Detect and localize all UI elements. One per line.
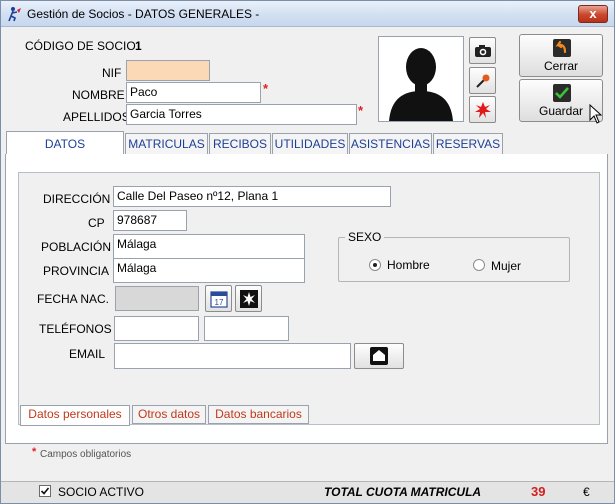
subtab-otros-datos[interactable]: Otros datos	[132, 405, 206, 424]
apellidos-field[interactable]: Garcia Torres	[126, 104, 357, 125]
window-title: Gestión de Socios - DATOS GENERALES -	[27, 7, 260, 21]
send-email-button[interactable]	[354, 343, 404, 369]
camera-button[interactable]	[469, 37, 496, 64]
telefono-1-field[interactable]	[114, 316, 199, 341]
person-silhouette-icon	[389, 48, 453, 121]
poblacion-field[interactable]: Málaga	[113, 234, 305, 259]
tab-datos-generales[interactable]: DATOS GENERALES	[6, 131, 124, 175]
cp-label: CP	[88, 216, 105, 230]
total-cuota-value: 39	[531, 484, 546, 499]
checkmark-icon	[553, 84, 571, 102]
direccion-label: DIRECCIÓN	[43, 192, 111, 206]
camera-icon	[475, 45, 491, 57]
direccion-field[interactable]: Calle Del Paseo nº12, Plana 1	[113, 186, 391, 207]
load-photo-button[interactable]	[469, 67, 496, 94]
calendar-icon: 17	[210, 291, 228, 308]
delete-photo-button[interactable]	[469, 96, 496, 123]
title-bar: Gestión de Socios - DATOS GENERALES - x	[1, 1, 614, 27]
codigo-socio-label: CÓDIGO DE SOCIO	[25, 39, 136, 53]
telefono-2-field[interactable]	[204, 316, 289, 341]
currency-symbol: €	[583, 485, 590, 499]
total-cuota-label: TOTAL CUOTA MATRICULA	[324, 485, 482, 499]
fecha-nac-field[interactable]	[115, 286, 199, 311]
nombre-field[interactable]: Paco	[126, 82, 261, 103]
calendar-button[interactable]: 17	[205, 285, 232, 312]
apellidos-required-mark: *	[358, 103, 364, 118]
sexo-mujer-radio[interactable]	[473, 259, 485, 271]
required-fields-note: Campos obligatorios	[40, 449, 132, 460]
socio-activo-checkbox[interactable]	[39, 485, 51, 497]
tab-recibos[interactable]: RECIBOS	[209, 133, 271, 154]
tab-reservas[interactable]: RESERVAS	[433, 133, 503, 154]
apellidos-label: APELLIDOS	[63, 110, 130, 124]
cp-field[interactable]: 978687	[113, 210, 187, 231]
cerrar-button[interactable]: Cerrar	[519, 34, 603, 77]
mouse-cursor-icon	[589, 104, 603, 124]
sexo-label: SEXO	[345, 230, 385, 244]
provincia-label: PROVINCIA	[43, 264, 110, 278]
burst-icon	[475, 102, 491, 118]
sexo-hombre-label: Hombre	[387, 258, 430, 272]
tab-matriculas[interactable]: MATRICULAS	[125, 133, 208, 154]
socio-activo-label: SOCIO ACTIVO	[58, 485, 145, 499]
envelope-icon	[370, 347, 388, 365]
poblacion-label: POBLACIÓN	[41, 240, 112, 254]
nif-field[interactable]	[126, 60, 210, 81]
cerrar-label: Cerrar	[543, 59, 578, 73]
app-icon	[8, 7, 21, 22]
email-field[interactable]	[114, 343, 351, 369]
email-label: EMAIL	[69, 347, 106, 361]
burst-clear-icon	[240, 290, 258, 308]
sexo-mujer-label: Mujer	[491, 259, 522, 273]
calendar-day: 17	[215, 298, 224, 307]
window: Gestión de Socios - DATOS GENERALES - x …	[0, 0, 615, 504]
nombre-required-mark: *	[263, 81, 269, 96]
checkmark-small-icon	[40, 487, 50, 495]
subtab-datos-bancarios[interactable]: Datos bancarios	[208, 405, 309, 424]
close-button[interactable]: x	[578, 5, 608, 23]
nif-label: NIF	[102, 66, 122, 80]
tab-asistencias[interactable]: ASISTENCIAS	[349, 133, 432, 154]
sexo-hombre-radio[interactable]	[369, 259, 381, 271]
note-required-mark: *	[32, 446, 37, 458]
member-photo	[378, 36, 464, 122]
wand-icon	[476, 74, 490, 88]
codigo-socio-value: 1	[135, 39, 142, 53]
fecha-nac-label: FECHA NAC.	[37, 292, 110, 306]
nombre-label: NOMBRE	[72, 88, 125, 102]
clear-date-button[interactable]	[235, 285, 262, 312]
provincia-field[interactable]: Málaga	[113, 258, 305, 283]
telefonos-label: TELÉFONOS	[39, 322, 112, 336]
exit-arrow-icon	[553, 39, 571, 57]
tab-utilidades[interactable]: UTILIDADES	[272, 133, 348, 154]
subtab-datos-personales[interactable]: Datos personales	[20, 405, 130, 426]
